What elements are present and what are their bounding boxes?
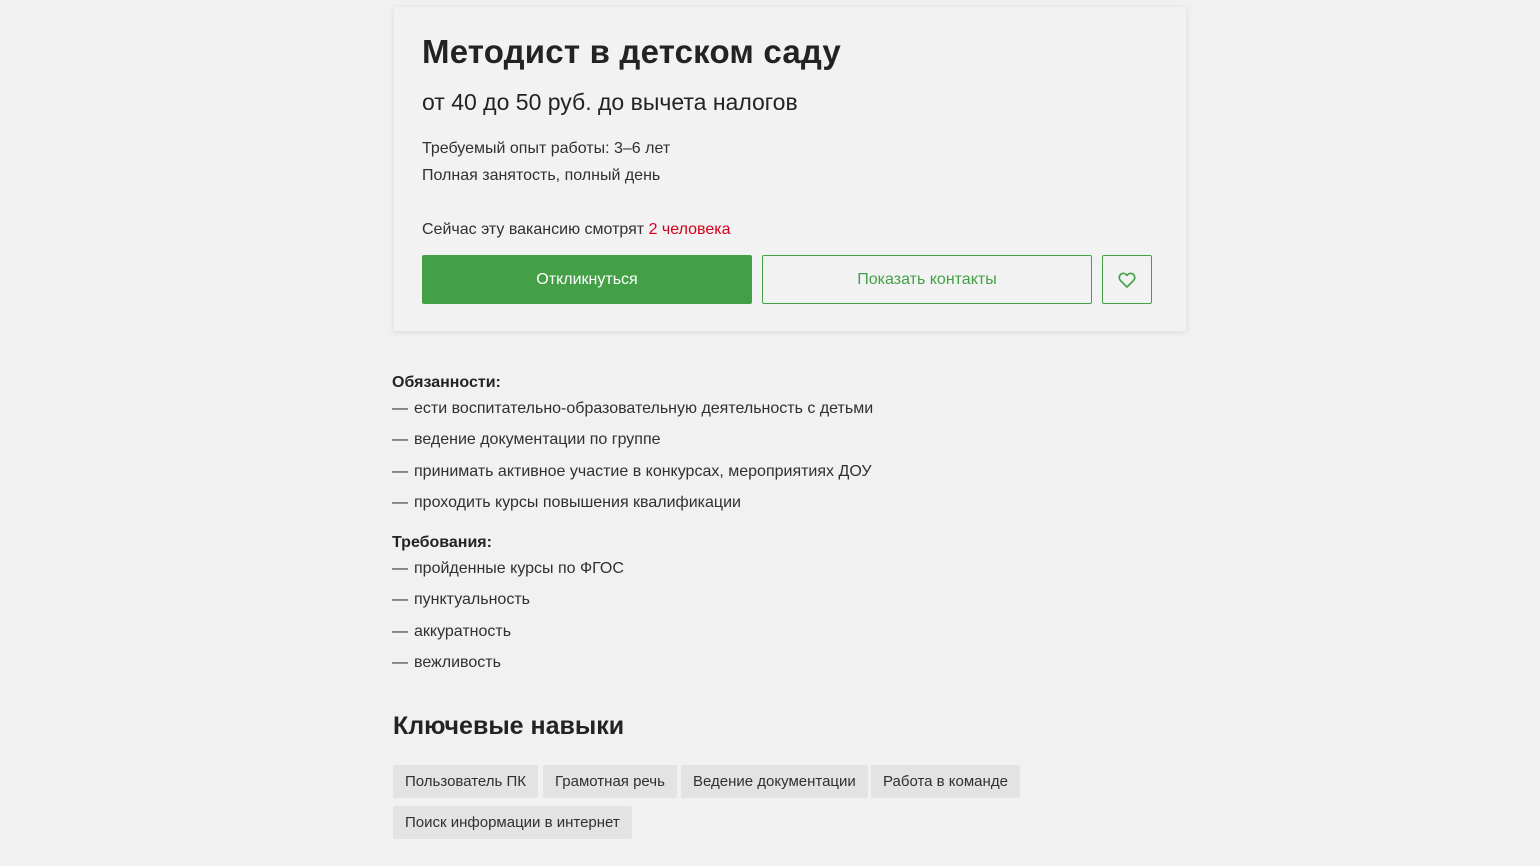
list-item-text: ведение документации по группе bbox=[414, 431, 661, 449]
list-item-text: пунктуальность bbox=[414, 591, 530, 609]
list-item: — пунктуальность bbox=[392, 589, 1192, 620]
skill-tag: Ведение документации bbox=[681, 765, 868, 798]
respond-button[interactable]: Откликнуться bbox=[422, 255, 752, 304]
vacancy-viewers: Сейчас эту вакансию смотрят 2 человека bbox=[422, 221, 731, 239]
list-dash: — bbox=[392, 400, 408, 417]
favorite-button[interactable] bbox=[1102, 255, 1152, 304]
list-item-text: ести воспитательно-образовательную деяте… bbox=[414, 400, 874, 417]
duties-section: Обязанности: — ести воспитательно-образов… bbox=[392, 372, 1192, 523]
skill-tag: Поиск информации в интернет bbox=[393, 806, 632, 839]
list-item-text: пройденные курсы по ФГОС bbox=[414, 560, 624, 577]
skill-tag: Работа в команде bbox=[871, 765, 1020, 798]
list-item: — вежливость bbox=[392, 652, 1192, 683]
skill-tag: Грамотная речь bbox=[543, 765, 677, 798]
vacancy-description: Обязанности: — ести воспитательно-образов… bbox=[392, 372, 1192, 671]
viewers-prefix: Сейчас эту вакансию смотрят bbox=[422, 221, 649, 238]
list-dash: — bbox=[392, 493, 408, 511]
list-dash: — bbox=[392, 431, 408, 449]
list-dash: — bbox=[392, 462, 408, 480]
requirements-section: Требования: — пройденные курсы по ФГОС — п… bbox=[392, 532, 1192, 683]
list-dash: — bbox=[392, 653, 408, 671]
list-dash: — bbox=[392, 591, 408, 609]
list-dash: — bbox=[392, 560, 408, 577]
list-dash: — bbox=[392, 622, 408, 640]
viewers-count: 2 человека bbox=[648, 221, 731, 238]
list-item-text: вежливость bbox=[414, 653, 501, 671]
vacancy-employment: Полная занятость, полный день bbox=[422, 167, 661, 184]
vacancy-title: Методист в детском саду bbox=[422, 33, 841, 70]
show-contacts-button-label: Показать контакты bbox=[857, 270, 997, 288]
list-item-text: принимать активное участие в конкурсах, … bbox=[414, 462, 872, 480]
list-item: — принимать активное участие в конкурсах,… bbox=[392, 461, 1192, 492]
requirements-list: — пройденные курсы по ФГОС — пунктуальност… bbox=[392, 558, 1192, 683]
duties-list: — ести воспитательно-образовательную деят… bbox=[392, 398, 1192, 523]
skill-tag: Пользователь ПК bbox=[393, 765, 539, 798]
respond-button-label: Откликнуться bbox=[536, 270, 638, 288]
list-item-text: проходить курсы повышения квалификации bbox=[414, 493, 741, 511]
key-skills-heading: Ключевые навыки bbox=[393, 712, 625, 740]
requirements-heading: Требования: bbox=[392, 534, 492, 551]
list-item: — ведение документации по группе bbox=[392, 429, 1192, 460]
list-item: — ести воспитательно-образовательную деят… bbox=[392, 398, 1192, 429]
vacancy-experience: Требуемый опыт работы: 3–6 лет bbox=[422, 140, 671, 157]
vacancy-header-card: Методист в детском саду от 40 до 50 руб.… bbox=[394, 7, 1186, 331]
show-contacts-button[interactable]: Показать контакты bbox=[762, 255, 1092, 304]
list-item: — проходить курсы повышения квалификации bbox=[392, 492, 1192, 523]
list-item-text: аккуратность bbox=[414, 622, 512, 640]
list-item: — аккуратность bbox=[392, 621, 1192, 652]
vacancy-salary: от 40 до 50 руб. до вычета налогов bbox=[422, 89, 798, 115]
duties-heading: Обязанности: bbox=[392, 374, 501, 391]
list-item: — пройденные курсы по ФГОС bbox=[392, 558, 1192, 589]
heart-icon bbox=[1118, 271, 1136, 288]
